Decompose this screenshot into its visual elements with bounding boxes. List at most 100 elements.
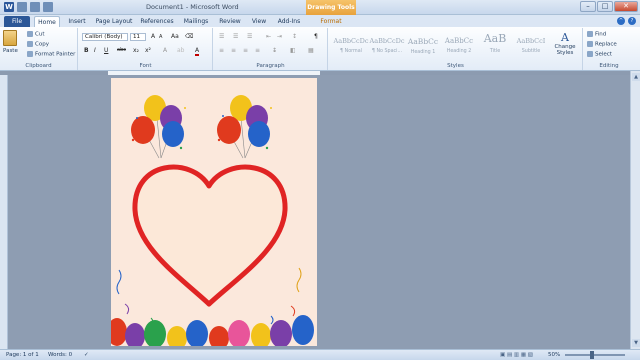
ribbon: Paste Cut Copy Format Painter Clipboard … — [0, 27, 640, 71]
show-formatting-button[interactable]: ¶ — [314, 33, 318, 40]
replace-button[interactable]: Replace — [587, 41, 617, 48]
balloon-cluster-left — [131, 95, 186, 159]
align-right-icon[interactable]: ≡ — [243, 47, 248, 54]
sort-icon[interactable]: ↕ — [292, 33, 297, 40]
tab-format[interactable]: Format — [314, 16, 348, 27]
view-buttons[interactable]: ▣ ▤ ▥ ▦ ▧ — [500, 352, 533, 358]
style-subtitle[interactable]: AaBbCcI Subtitle — [513, 31, 549, 57]
quick-access-toolbar: W — [4, 2, 53, 12]
zoom-level[interactable]: 50% — [548, 352, 560, 358]
bullets-icon[interactable]: ☰ — [219, 33, 224, 40]
change-case-button[interactable]: Aa — [171, 33, 179, 40]
tab-page-layout[interactable]: Page Layout — [94, 16, 134, 27]
binoculars-icon — [587, 31, 593, 37]
maximize-button[interactable]: □ — [597, 1, 613, 12]
ribbon-minimize-icon[interactable]: ^ — [617, 17, 625, 25]
heart-shape[interactable] — [132, 164, 288, 307]
title-bar: W Document1 - Microsoft Word Drawing Too… — [0, 0, 640, 15]
copy-button[interactable]: Copy — [27, 41, 49, 48]
help-area: ^ ? — [617, 17, 636, 25]
shrink-font-button[interactable]: A — [159, 34, 162, 40]
font-color-button[interactable]: A — [195, 47, 200, 56]
font-family-select[interactable]: Calibri (Body) — [82, 33, 128, 41]
minimize-button[interactable]: – — [580, 1, 596, 12]
grow-font-button[interactable]: A — [151, 33, 155, 40]
help-icon[interactable]: ? — [628, 17, 636, 25]
cut-button[interactable]: Cut — [27, 31, 44, 38]
editing-group: Find Replace Select Editing — [584, 28, 634, 70]
strikethrough-button[interactable]: abc — [117, 47, 126, 53]
subscript-button[interactable]: x₂ — [133, 47, 139, 54]
underline-button[interactable]: U — [104, 47, 108, 54]
save-icon[interactable] — [17, 2, 27, 12]
numbering-icon[interactable]: ☰ — [233, 33, 238, 40]
tab-references[interactable]: References — [138, 16, 176, 27]
document-page[interactable] — [111, 78, 317, 346]
balloon-row-bottom — [111, 315, 314, 346]
select-arrow-icon — [587, 51, 593, 57]
paste-button[interactable]: Paste — [3, 48, 18, 54]
find-button[interactable]: Find — [587, 31, 606, 38]
font-size-select[interactable]: 11 — [130, 33, 146, 41]
align-left-icon[interactable]: ≡ — [219, 47, 224, 54]
style-heading-1[interactable]: AaBbCc Heading 1 — [405, 31, 441, 57]
window-title: Document1 - Microsoft Word — [146, 3, 239, 11]
drawing-tools-context-label: Drawing Tools — [306, 0, 356, 15]
vertical-scrollbar[interactable]: ▲ ▼ — [630, 71, 640, 349]
format-painter-icon — [27, 51, 33, 57]
bold-button[interactable]: B — [84, 47, 89, 54]
tab-add-ins[interactable]: Add-Ins — [274, 16, 304, 27]
tab-review[interactable]: Review — [216, 16, 244, 27]
close-button[interactable]: ✕ — [614, 1, 638, 12]
replace-icon — [587, 41, 593, 47]
paragraph-group: ☰ ☰ ☰ ⇤ ⇥ ↕ ¶ ≡ ≡ ≡ ≡ ↨ ◧ ▦ Paragraph — [214, 28, 328, 70]
horizontal-ruler — [108, 71, 320, 75]
font-group: Calibri (Body) 11 A A Aa ⌫ B I U abc x₂ … — [79, 28, 213, 70]
style-no-spacing[interactable]: AaBbCcDc ¶ No Spaci... — [369, 31, 405, 57]
italic-button[interactable]: I — [94, 47, 96, 54]
clear-formatting-icon[interactable]: ⌫ — [185, 33, 193, 40]
tab-view[interactable]: View — [248, 16, 270, 27]
increase-indent-icon[interactable]: ⇥ — [277, 33, 282, 40]
scroll-up-icon[interactable]: ▲ — [632, 73, 640, 81]
justify-icon[interactable]: ≡ — [255, 47, 260, 54]
style-heading-2[interactable]: AaBbCc Heading 2 — [441, 31, 477, 57]
vertical-ruler — [0, 75, 8, 349]
font-group-label: Font — [139, 63, 152, 69]
style-title[interactable]: AaB Title — [477, 31, 513, 57]
decrease-indent-icon[interactable]: ⇤ — [266, 33, 271, 40]
copy-icon — [27, 41, 33, 47]
styles-group-label: Styles — [447, 63, 464, 69]
paste-icon[interactable] — [3, 30, 17, 46]
zoom-slider[interactable] — [565, 354, 625, 356]
status-bar: Page: 1 of 1 Words: 0 ✓ ▣ ▤ ▥ ▦ ▧ 50% — [0, 349, 640, 360]
style-normal[interactable]: AaBbCcDc ¶ Normal — [333, 31, 369, 57]
undo-icon[interactable] — [30, 2, 40, 12]
page-artwork — [111, 95, 314, 346]
word-count[interactable]: Words: 0 — [48, 352, 72, 358]
ribbon-tabs: File Home Insert Page Layout References … — [0, 15, 640, 27]
line-spacing-icon[interactable]: ↨ — [272, 47, 277, 54]
superscript-button[interactable]: x² — [145, 47, 151, 54]
format-painter-button[interactable]: Format Painter — [27, 51, 75, 58]
window-controls: – □ ✕ — [580, 1, 638, 12]
borders-icon[interactable]: ▦ — [308, 47, 314, 54]
zoom-slider-thumb[interactable] — [590, 351, 594, 359]
highlight-button[interactable]: ab — [177, 47, 185, 54]
redo-icon[interactable] — [43, 2, 53, 12]
tab-insert[interactable]: Insert — [64, 16, 90, 27]
change-styles-button[interactable]: A Change Styles — [551, 31, 579, 56]
multilevel-list-icon[interactable]: ☰ — [247, 33, 252, 40]
tab-file[interactable]: File — [4, 16, 30, 27]
tab-home[interactable]: Home — [34, 16, 60, 27]
text-effects-button[interactable]: A — [163, 47, 167, 54]
word-app-icon[interactable]: W — [4, 2, 14, 12]
scroll-down-icon[interactable]: ▼ — [632, 339, 640, 347]
tab-mailings[interactable]: Mailings — [180, 16, 212, 27]
page-count[interactable]: Page: 1 of 1 — [6, 352, 39, 358]
align-center-icon[interactable]: ≡ — [231, 47, 236, 54]
select-button[interactable]: Select — [587, 51, 612, 58]
clipboard-group: Paste Cut Copy Format Painter Clipboard — [0, 28, 78, 70]
proofing-icon[interactable]: ✓ — [84, 352, 89, 358]
shading-icon[interactable]: ◧ — [290, 47, 296, 54]
